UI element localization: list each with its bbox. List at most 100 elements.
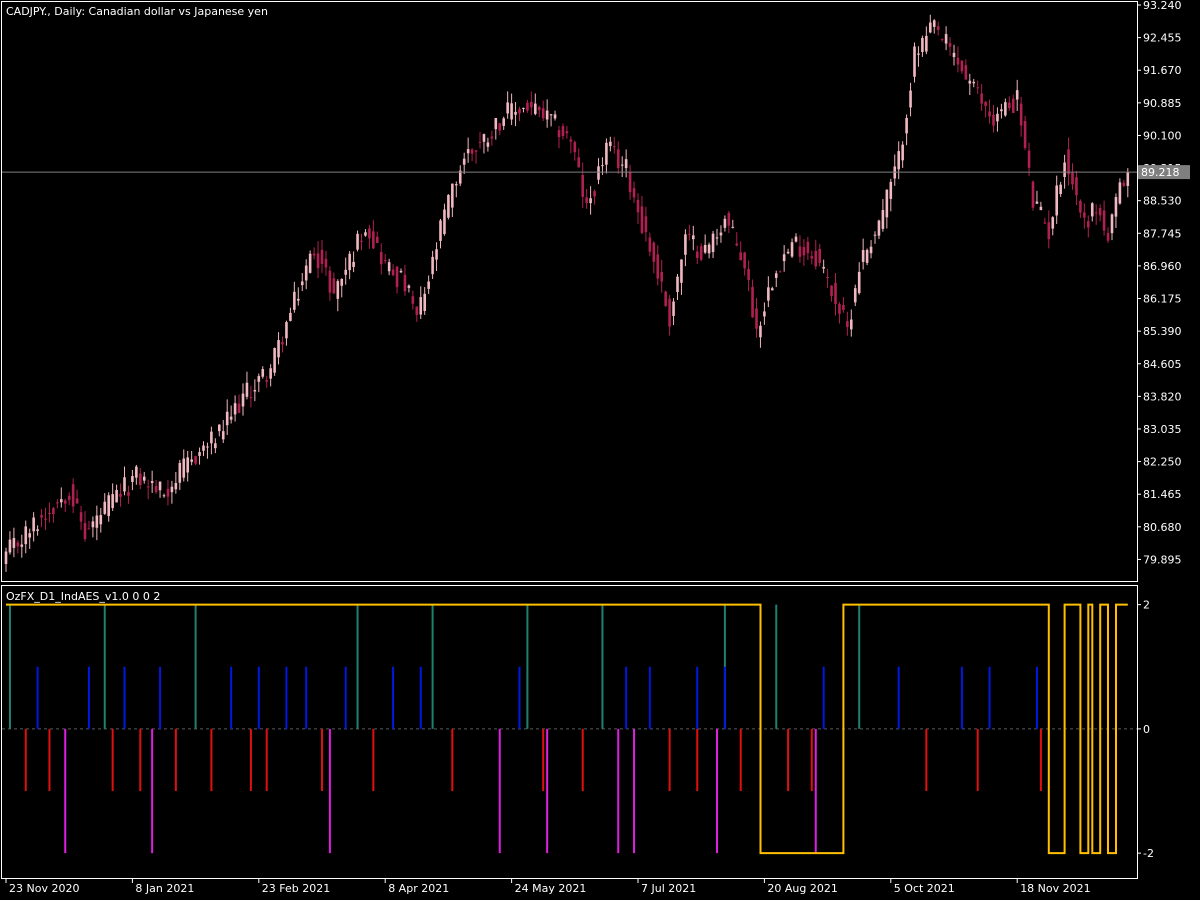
- candle-body: [905, 118, 908, 134]
- candle-body: [407, 285, 411, 288]
- candle-body: [1051, 217, 1055, 229]
- candle-body: [814, 250, 818, 267]
- candle-body: [735, 243, 739, 246]
- candle-body: [1043, 222, 1047, 224]
- candle-body: [810, 256, 814, 259]
- candle-body: [474, 150, 478, 152]
- candle-body: [648, 237, 652, 252]
- indicator-tick-label: 2: [1143, 599, 1150, 612]
- candle-body: [798, 246, 802, 257]
- candle-body: [1087, 221, 1090, 228]
- trading-terminal-chart[interactable]: CADJPY., Daily: Canadian dollar vs Japan…: [0, 0, 1200, 900]
- candle-body: [1075, 177, 1078, 196]
- candle-body: [553, 114, 557, 119]
- price-tick-label: 79.895: [1143, 553, 1182, 566]
- candle-body: [640, 206, 644, 233]
- candle-body: [71, 484, 75, 507]
- candle-body: [166, 488, 170, 497]
- candle-body: [214, 443, 217, 449]
- candle-body: [1055, 185, 1058, 216]
- candle-body: [63, 500, 67, 504]
- candle-body: [202, 445, 205, 451]
- candle-body: [786, 251, 790, 254]
- candle-body: [170, 486, 174, 493]
- candle-body: [913, 46, 916, 77]
- candle-body: [534, 103, 537, 114]
- candle-body: [830, 285, 833, 296]
- candle-body: [28, 533, 31, 538]
- candle-body: [427, 281, 430, 289]
- candle-body: [1008, 102, 1011, 109]
- candle-body: [376, 236, 379, 243]
- candle-body: [901, 144, 904, 161]
- candle-body: [802, 247, 806, 256]
- price-tick-label: 83.820: [1143, 390, 1182, 403]
- candle-body: [707, 244, 711, 254]
- candle-body: [652, 242, 656, 262]
- candle-body: [790, 242, 794, 257]
- candle-body: [186, 457, 189, 473]
- candle-body: [237, 403, 241, 413]
- candle-body: [32, 517, 35, 532]
- candle-body: [723, 218, 727, 228]
- candle-body: [340, 278, 344, 286]
- candle-body: [620, 164, 624, 166]
- candle-body: [763, 311, 766, 317]
- candle-body: [115, 489, 118, 503]
- candle-body: [522, 107, 525, 109]
- candle-body: [636, 199, 640, 213]
- candle-body: [569, 139, 573, 142]
- price-tick-label: 88.530: [1143, 195, 1182, 208]
- candle-body: [379, 252, 383, 265]
- candle-body: [91, 521, 95, 528]
- candle-body: [632, 188, 636, 198]
- candle-body: [348, 253, 351, 271]
- candle-body: [482, 134, 486, 142]
- candle-body: [680, 259, 683, 283]
- candle-body: [1098, 207, 1102, 216]
- candle-body: [1011, 98, 1015, 113]
- candle-body: [293, 291, 296, 310]
- candle-body: [688, 233, 691, 235]
- candle-body: [221, 431, 225, 440]
- candle-body: [1122, 182, 1126, 186]
- candle-body: [644, 216, 648, 232]
- candle-body: [95, 515, 99, 528]
- price-tick-label: 90.885: [1143, 97, 1182, 110]
- candle-body: [344, 269, 347, 275]
- price-window-title: CADJPY., Daily: Canadian dollar vs Japan…: [6, 5, 268, 18]
- candle-body: [541, 108, 545, 119]
- candle-body: [79, 512, 83, 522]
- candle-body: [664, 291, 667, 306]
- candle-body: [198, 452, 201, 456]
- candle-body: [60, 499, 63, 503]
- candle-body: [968, 80, 972, 84]
- time-tick-label: 8 Jan 2021: [135, 882, 194, 895]
- candle-body: [332, 278, 336, 294]
- candle-body: [624, 159, 628, 169]
- candle-body: [861, 250, 865, 262]
- candle-body: [383, 260, 387, 262]
- candle-body: [249, 397, 253, 399]
- candle-body: [782, 254, 786, 262]
- candle-body: [1031, 181, 1035, 208]
- candle-body: [921, 37, 924, 53]
- price-tick-label: 92.455: [1143, 32, 1182, 45]
- candle-body: [656, 254, 660, 279]
- candle-body: [917, 53, 920, 55]
- candle-body: [948, 43, 952, 47]
- candle-body: [24, 526, 28, 545]
- candle-body: [530, 101, 533, 108]
- candle-body: [660, 271, 663, 282]
- candle-body: [755, 308, 758, 329]
- candle-body: [1004, 102, 1007, 116]
- candle-body: [486, 142, 490, 147]
- candle-body: [158, 481, 162, 491]
- candle-body: [257, 376, 261, 382]
- indicator-window-title: OzFX_D1_IndAES_v1.0 0 0 2: [6, 590, 160, 603]
- candle-body: [12, 538, 16, 548]
- candle-body: [992, 114, 995, 126]
- candle-body: [443, 209, 446, 235]
- candle-body: [241, 393, 245, 407]
- candle-body: [178, 463, 182, 483]
